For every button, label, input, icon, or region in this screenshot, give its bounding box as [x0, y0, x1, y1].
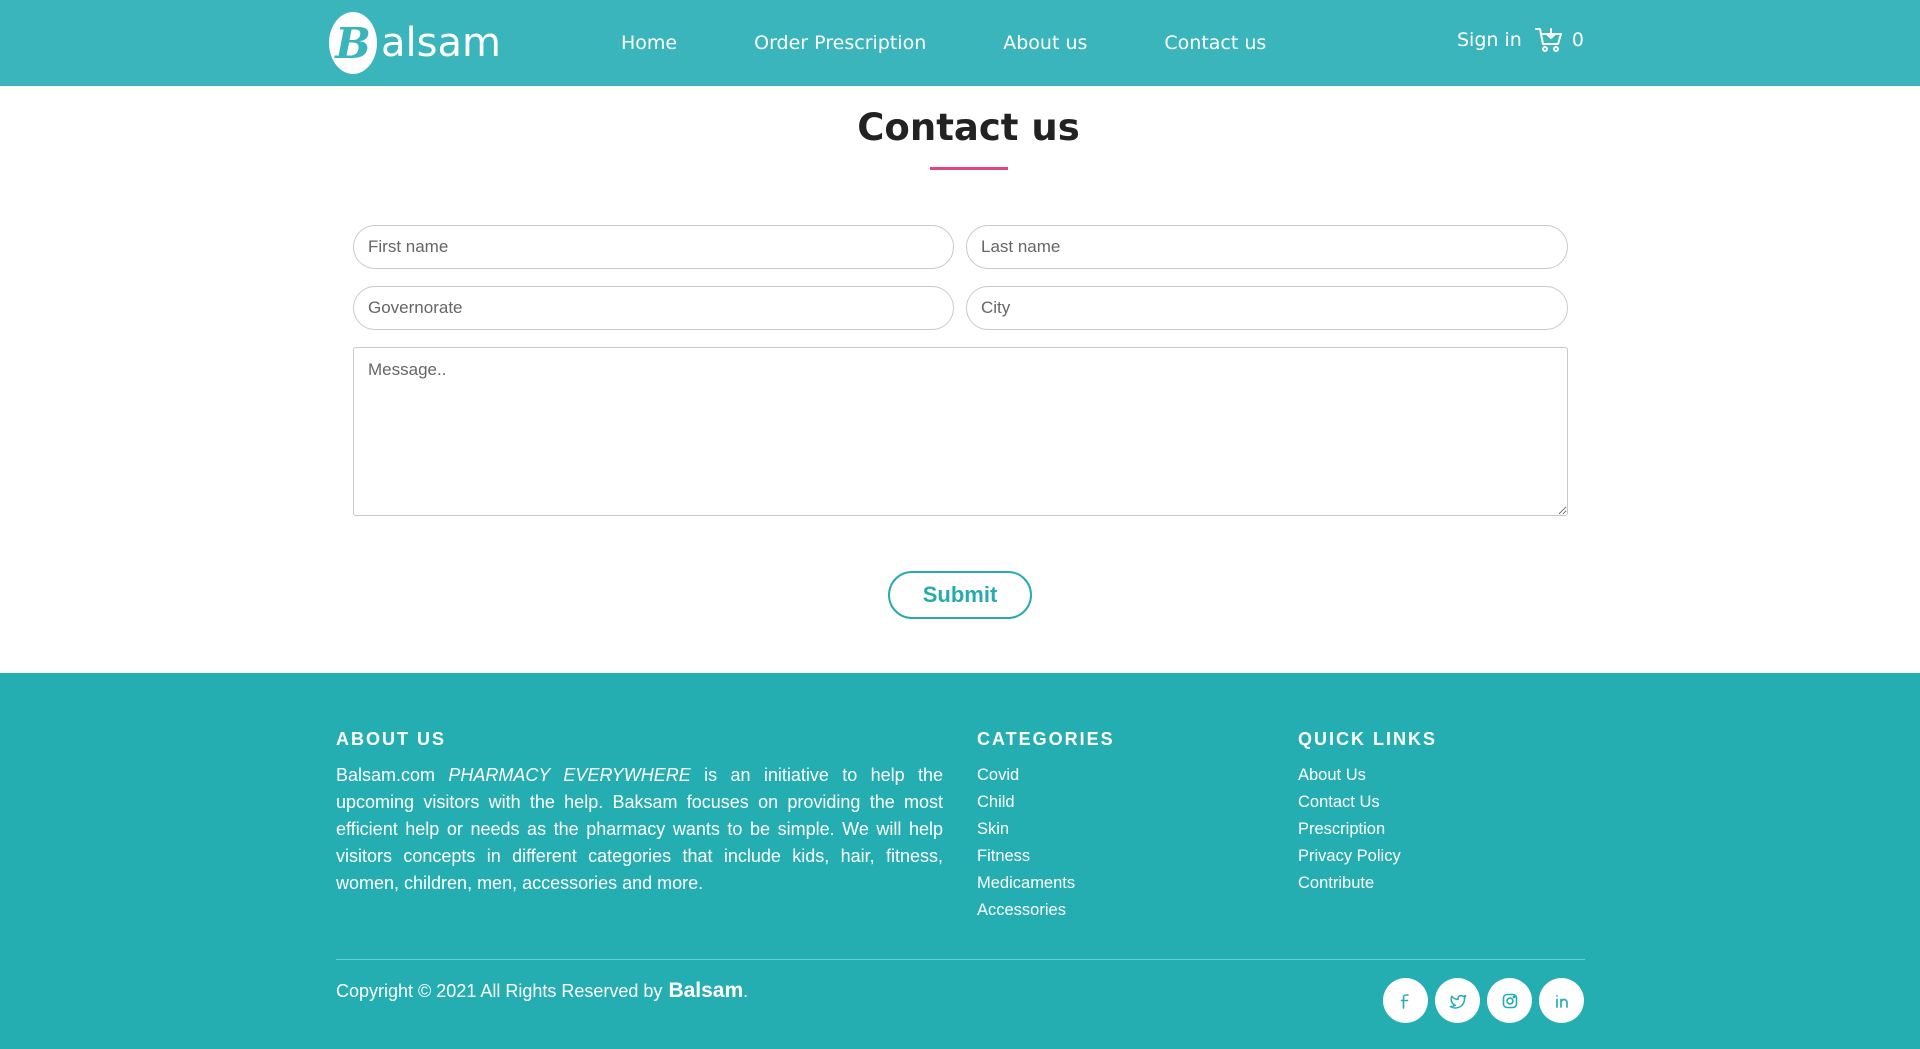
about-tagline: PHARMACY EVERYWHERE — [448, 765, 691, 785]
nav-home[interactable]: Home — [621, 32, 677, 54]
cart-count: 0 — [1571, 29, 1584, 51]
last-name-input[interactable] — [966, 225, 1568, 269]
quick-link-about-us[interactable]: About Us — [1298, 766, 1366, 784]
copyright-suffix: . — [743, 981, 749, 1001]
logo[interactable]: B alsam — [329, 12, 501, 74]
footer: ABOUT US Balsam.com PHARMACY EVERYWHERE … — [0, 673, 1920, 1049]
nav-about-us[interactable]: About us — [1003, 32, 1087, 54]
copyright-text: Copyright © 2021 All Rights Reserved by B… — [336, 979, 748, 1003]
footer-about-text: Balsam.com PHARMACY EVERYWHERE is an ini… — [336, 762, 943, 897]
nav-order-prescription[interactable]: Order Prescription — [754, 32, 926, 54]
facebook-icon[interactable] — [1383, 978, 1428, 1023]
category-link-fitness[interactable]: Fitness — [977, 847, 1030, 865]
governorate-input[interactable] — [353, 286, 954, 330]
copyright-brand: Balsam — [668, 979, 744, 1002]
title-underline — [930, 167, 1008, 170]
category-link-skin[interactable]: Skin — [977, 820, 1009, 838]
category-link-medicaments[interactable]: Medicaments — [977, 874, 1075, 892]
footer-about-heading: ABOUT US — [336, 729, 446, 749]
footer-categories-heading: CATEGORIES — [977, 729, 1115, 749]
logo-text: alsam — [381, 20, 501, 66]
sign-in-link[interactable]: Sign in — [1457, 29, 1522, 51]
message-textarea[interactable] — [353, 347, 1568, 516]
first-name-input[interactable] — [353, 225, 954, 269]
twitter-icon[interactable] — [1435, 978, 1480, 1023]
instagram-icon[interactable] — [1487, 978, 1532, 1023]
category-link-accessories[interactable]: Accessories — [977, 901, 1066, 919]
quick-link-privacy-policy[interactable]: Privacy Policy — [1298, 847, 1401, 865]
linkedin-icon[interactable] — [1539, 978, 1584, 1023]
nav-contact-us[interactable]: Contact us — [1164, 32, 1266, 54]
quick-link-contribute[interactable]: Contribute — [1298, 874, 1374, 892]
top-navbar: B alsam Home Order Prescription About us… — [0, 0, 1920, 86]
copyright-label: Copyright © 2021 All Rights Reserved by — [336, 981, 663, 1001]
nav-account-area: Sign in 0 — [1457, 0, 1584, 80]
logo-mark: B — [329, 12, 377, 74]
footer-quick-links-list: About Us Contact Us Prescription Privacy… — [1298, 762, 1401, 897]
quick-link-contact-us[interactable]: Contact Us — [1298, 793, 1380, 811]
category-link-covid[interactable]: Covid — [977, 766, 1019, 784]
submit-button[interactable]: Submit — [888, 571, 1032, 619]
footer-divider — [336, 959, 1585, 960]
cart-icon[interactable] — [1534, 25, 1564, 55]
category-link-child[interactable]: Child — [977, 793, 1015, 811]
footer-categories-list: Covid Child Skin Fitness Medicaments Acc… — [977, 762, 1075, 924]
quick-link-prescription[interactable]: Prescription — [1298, 820, 1385, 838]
footer-quick-links-heading: QUICK LINKS — [1298, 729, 1437, 749]
about-prefix: Balsam.com — [336, 765, 449, 785]
city-input[interactable] — [966, 286, 1568, 330]
page-title: Contact us — [857, 106, 1080, 149]
main-nav: Home Order Prescription About us Contact… — [621, 0, 1266, 86]
